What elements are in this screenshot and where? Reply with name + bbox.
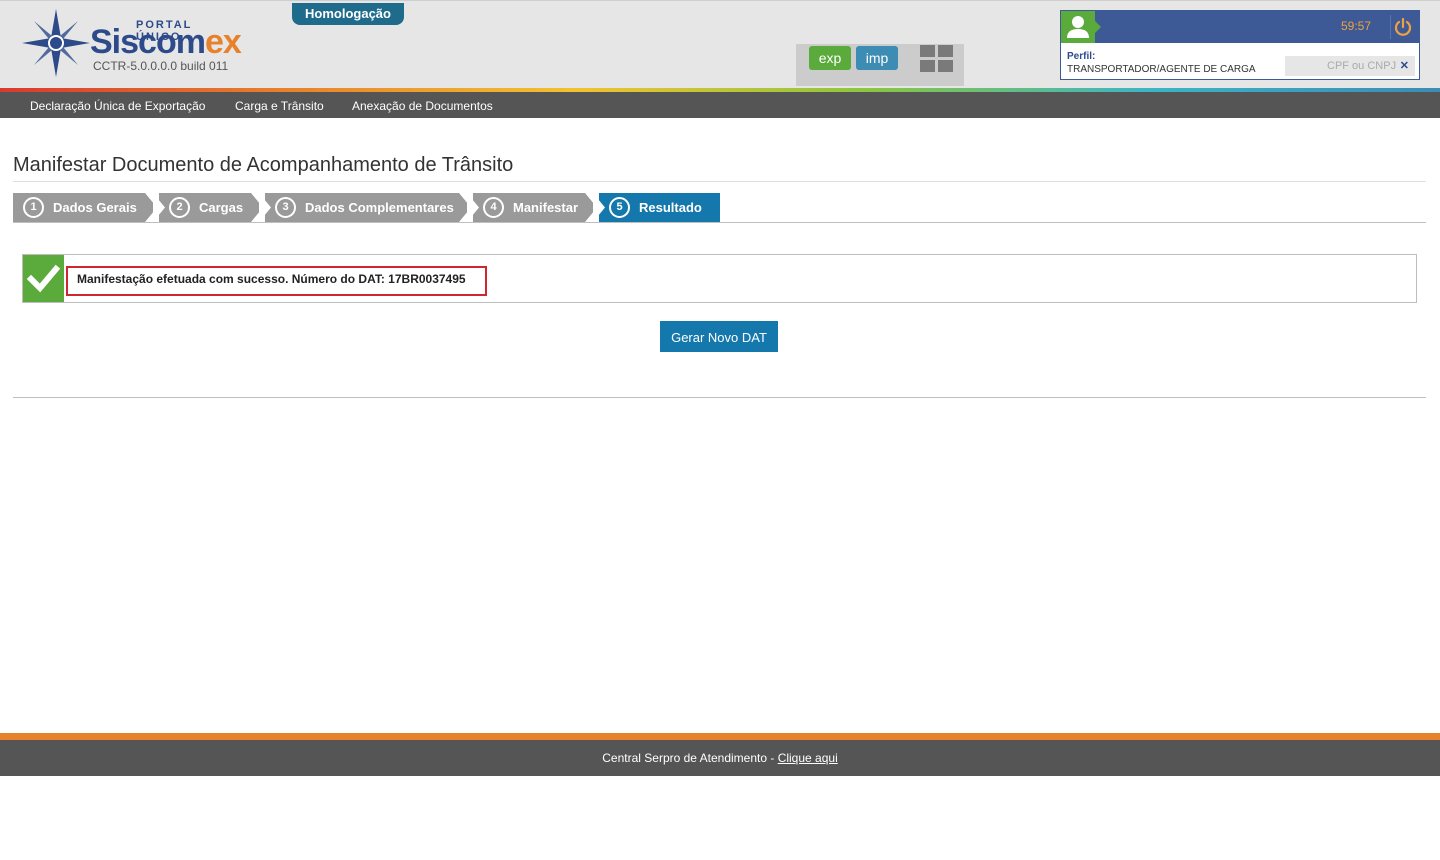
step-number: 3 <box>275 197 296 218</box>
step-label: Resultado <box>639 200 702 215</box>
gerar-novo-dat-button[interactable]: Gerar Novo DAT <box>660 321 778 352</box>
check-icon <box>26 264 61 293</box>
success-alert: Manifestação efetuada com sucesso. Númer… <box>22 254 1417 303</box>
cpf-cnpj-input[interactable]: CPF ou CNPJ ✕ <box>1285 56 1415 76</box>
main-menu: Declaração Única de Exportação Carga e T… <box>0 92 1440 118</box>
cpf-cnpj-placeholder: CPF ou CNPJ <box>1327 60 1397 72</box>
checkmark-icon <box>23 255 64 302</box>
clear-icon[interactable]: ✕ <box>1400 59 1409 72</box>
compass-star-icon <box>22 9 90 77</box>
step-number: 2 <box>169 197 190 218</box>
wizard-steps: 1 Dados Gerais 2 Cargas 3 Dados Compleme… <box>13 193 720 222</box>
wizard-step-dados-complementares[interactable]: 3 Dados Complementares <box>265 193 467 222</box>
step-label: Dados Complementares <box>305 200 454 215</box>
logo-name-part2: ex <box>204 23 242 61</box>
wizard-step-resultado[interactable]: 5 Resultado <box>599 193 720 222</box>
user-panel-bar: 59:57 <box>1061 11 1419 43</box>
step-label: Dados Gerais <box>53 200 137 215</box>
apps-grid-icon[interactable] <box>920 45 954 73</box>
exp-button[interactable]: exp <box>809 46 851 70</box>
content-divider <box>13 397 1426 398</box>
step-separator-icon <box>459 193 479 222</box>
step-separator-icon <box>145 193 165 222</box>
step-separator-icon <box>585 193 605 222</box>
perfil-value: TRANSPORTADOR/AGENTE DE CARGA <box>1067 64 1256 75</box>
session-timer: 59:57 <box>1340 19 1371 33</box>
step-label: Cargas <box>199 200 244 215</box>
step-number: 5 <box>609 197 630 218</box>
person-icon <box>1067 16 1089 38</box>
logo-name: Siscomex <box>90 23 242 61</box>
version-label: CCTR-5.0.0.0.0 build 011 <box>93 59 229 73</box>
perfil-label: Perfil: <box>1067 51 1096 62</box>
wizard-step-dados-gerais[interactable]: 1 Dados Gerais <box>13 193 153 222</box>
step-number: 1 <box>23 197 44 218</box>
step-separator-icon <box>251 193 271 222</box>
power-icon <box>1394 17 1412 36</box>
imp-button[interactable]: imp <box>856 46 898 70</box>
footer-text: Central Serpro de Atendimento - <box>602 751 778 765</box>
page-header: PORTAL ÚNICO Siscomex CCTR-5.0.0.0.0 bui… <box>0 0 1440 88</box>
wizard-divider <box>13 222 1426 223</box>
step-label: Manifestar <box>513 200 579 215</box>
menu-item-due[interactable]: Declaração Única de Exportação <box>30 99 205 113</box>
environment-badge: Homologação <box>292 3 404 25</box>
title-divider <box>13 181 1426 182</box>
logo-name-part1: Siscom <box>90 23 206 61</box>
success-message: Manifestação efetuada com sucesso. Númer… <box>77 272 466 286</box>
user-panel: 59:57 Perfil: TRANSPORTADOR/AGENTE DE CA… <box>1060 10 1420 80</box>
menu-item-anexacao[interactable]: Anexação de Documentos <box>352 99 493 113</box>
siscomex-logo[interactable]: PORTAL ÚNICO Siscomex CCTR-5.0.0.0.0 bui… <box>20 7 242 79</box>
logout-button[interactable] <box>1390 15 1415 39</box>
page-footer: Central Serpro de Atendimento - Clique a… <box>0 740 1440 776</box>
footer-stripe <box>0 733 1440 740</box>
footer-link[interactable]: Clique aqui <box>778 751 838 765</box>
page-title: Manifestar Documento de Acompanhamento d… <box>13 154 514 176</box>
step-number: 4 <box>483 197 504 218</box>
wizard-step-manifestar[interactable]: 4 Manifestar <box>473 193 593 222</box>
wizard-step-cargas[interactable]: 2 Cargas <box>159 193 259 222</box>
user-avatar-icon[interactable] <box>1061 11 1101 43</box>
menu-item-carga-transito[interactable]: Carga e Trânsito <box>235 99 324 113</box>
